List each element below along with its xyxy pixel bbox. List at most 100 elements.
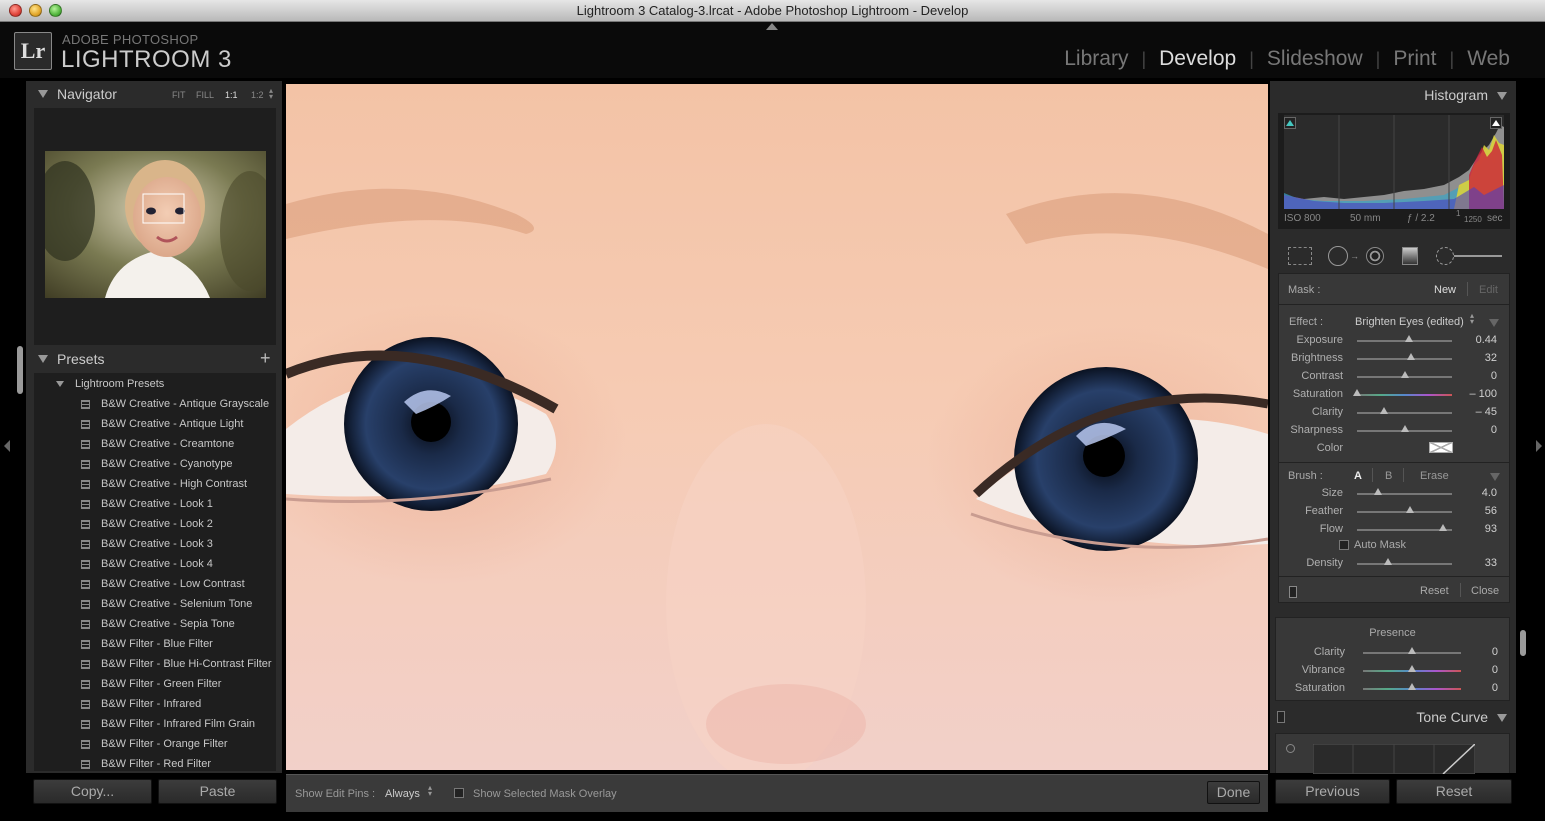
zoom-stepper-icon[interactable]: ▴ ▾ [269,87,273,101]
copy-settings-button[interactable]: Copy... [33,779,152,804]
density-slider-thumb[interactable] [1384,558,1393,565]
brush-b-tab[interactable]: B [1385,470,1392,482]
zoom-1-1[interactable]: 1:1 [225,90,238,100]
preset-item[interactable]: B&W Filter - Orange Filter [34,735,276,755]
zoom-ratio[interactable]: 1:2 [251,90,264,100]
tone-curve-graph[interactable] [1313,744,1475,774]
presets-header[interactable]: Presets + [26,348,282,375]
slider-thumb[interactable] [1400,425,1409,432]
panel-switch-icon[interactable] [1277,711,1285,723]
right-panel-scrollbar[interactable] [1520,630,1526,656]
collapse-triangle-icon[interactable] [56,381,64,387]
slider-thumb[interactable] [1408,665,1416,672]
slider-value[interactable]: 4.0 [1457,487,1497,499]
preset-item[interactable]: B&W Creative - Low Contrast [34,575,276,595]
collapse-top-panel-icon[interactable] [766,23,778,30]
highlight-clipping-toggle[interactable] [1490,117,1502,129]
preset-item[interactable]: B&W Creative - Selenium Tone [34,595,276,615]
module-print[interactable]: Print [1380,47,1449,71]
shadow-clipping-toggle[interactable] [1284,117,1296,129]
collapse-left-panel-icon[interactable] [4,440,10,452]
mask-new-button[interactable]: New [1434,284,1456,296]
slider-thumb[interactable] [1438,524,1447,531]
slider-thumb[interactable] [1353,389,1361,396]
crop-overlay-icon[interactable] [1288,247,1312,265]
slider-track[interactable] [1357,358,1452,360]
navigator-thumbnail[interactable] [45,151,266,298]
slider-value[interactable]: 32 [1457,352,1497,364]
slider-thumb[interactable] [1400,371,1409,378]
slider-thumb[interactable] [1407,353,1416,360]
preset-item[interactable]: B&W Filter - Infrared [34,695,276,715]
select-stepper-icon[interactable]: ▴ ▾ [1470,312,1474,326]
brush-erase-tab[interactable]: Erase [1420,470,1449,482]
slider-thumb[interactable] [1379,407,1388,414]
preset-group-lightroom[interactable]: Lightroom Presets [34,375,276,395]
brush-close-button[interactable]: Close [1471,585,1499,597]
preset-item[interactable]: B&W Filter - Infrared Film Grain [34,715,276,735]
slider-value[interactable]: – 100 [1457,388,1497,400]
histogram-chart[interactable] [1284,115,1504,209]
preset-item[interactable]: B&W Creative - Antique Grayscale [34,395,276,415]
panel-switch-icon[interactable] [1289,586,1297,598]
mask-overlay-checkbox[interactable] [454,788,464,798]
brush-reset-button[interactable]: Reset [1420,585,1449,597]
collapse-right-panel-icon[interactable] [1536,440,1542,452]
auto-mask-checkbox[interactable] [1339,540,1349,550]
preset-item[interactable]: B&W Creative - Look 1 [34,495,276,515]
mask-edit-button[interactable]: Edit [1479,284,1498,296]
left-panel-scrollbar[interactable] [17,346,23,394]
slider-track[interactable] [1357,511,1452,513]
preset-item[interactable]: B&W Creative - Look 2 [34,515,276,535]
tone-curve-header[interactable]: Tone Curve [1270,708,1516,734]
reset-button[interactable]: Reset [1396,779,1512,804]
select-stepper-icon[interactable]: ▴ ▾ [428,784,432,798]
main-photo-canvas[interactable] [286,84,1268,770]
module-library[interactable]: Library [1051,47,1141,71]
slider-value[interactable]: 0 [1457,424,1497,436]
preset-item[interactable]: B&W Creative - Cyanotype [34,455,276,475]
slider-thumb[interactable] [1405,335,1414,342]
previous-button[interactable]: Previous [1275,779,1390,804]
preset-item[interactable]: B&W Filter - Red Filter [34,755,276,771]
brush-a-tab[interactable]: A [1354,470,1362,482]
preset-item[interactable]: B&W Filter - Blue Filter [34,635,276,655]
collapse-triangle-icon[interactable] [38,355,48,363]
collapse-triangle-icon[interactable] [1489,319,1499,327]
preset-item[interactable]: B&W Creative - Look 3 [34,535,276,555]
effect-preset-select[interactable]: Brighten Eyes (edited) [1355,316,1464,328]
target-adjust-icon[interactable] [1286,744,1295,753]
collapse-triangle-icon[interactable] [1490,473,1500,481]
slider-thumb[interactable] [1406,506,1415,513]
slider-thumb[interactable] [1373,488,1382,495]
slider-value[interactable]: 0 [1457,370,1497,382]
preset-item[interactable]: B&W Creative - Look 4 [34,555,276,575]
slider-value[interactable]: 0 [1458,646,1498,658]
add-preset-button[interactable]: + [260,348,271,369]
preset-item[interactable]: B&W Creative - Antique Light [34,415,276,435]
color-swatch[interactable] [1429,442,1453,453]
preset-item[interactable]: B&W Creative - Creamtone [34,435,276,455]
preset-item[interactable]: B&W Creative - Sepia Tone [34,615,276,635]
preset-item[interactable]: B&W Filter - Green Filter [34,675,276,695]
module-slideshow[interactable]: Slideshow [1254,47,1376,71]
adjustment-brush-icon[interactable] [1436,247,1454,265]
spot-removal-icon[interactable] [1328,246,1348,266]
zoom-fill[interactable]: FILL [196,90,214,100]
slider-track[interactable] [1357,493,1452,495]
paste-settings-button[interactable]: Paste [158,779,277,804]
collapse-triangle-icon[interactable] [38,90,48,98]
density-slider-track[interactable] [1357,563,1452,565]
slider-thumb[interactable] [1408,647,1416,654]
collapse-triangle-icon[interactable] [1497,92,1507,100]
zoom-fit[interactable]: FIT [172,90,186,100]
collapse-triangle-icon[interactable] [1497,714,1507,722]
done-button[interactable]: Done [1207,781,1260,804]
show-edit-pins-select[interactable]: Always [385,788,420,800]
red-eye-icon[interactable] [1366,247,1384,265]
slider-track[interactable] [1357,412,1452,414]
slider-track[interactable] [1357,394,1452,396]
slider-value[interactable]: – 45 [1457,406,1497,418]
slider-value[interactable]: 0 [1458,682,1498,694]
preset-item[interactable]: B&W Creative - High Contrast [34,475,276,495]
